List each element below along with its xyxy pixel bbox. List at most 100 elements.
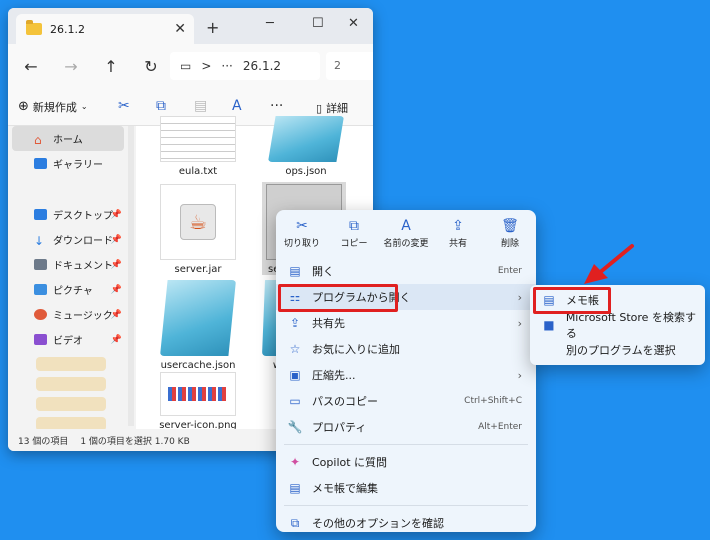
videos-icon bbox=[34, 334, 47, 345]
zip-icon: ▣ bbox=[289, 368, 301, 382]
cut-icon: ✂ bbox=[296, 218, 308, 234]
download-icon: ↓ bbox=[34, 234, 45, 248]
sidebar-item-label: ダウンロード bbox=[53, 236, 113, 247]
close-window-button[interactable]: ✕ bbox=[348, 16, 359, 31]
blurred-folder bbox=[36, 357, 106, 371]
file-item[interactable]: eula.txt bbox=[158, 116, 238, 177]
tab-title: 26.1.2 bbox=[50, 22, 85, 36]
file-item[interactable]: ops.json bbox=[266, 116, 346, 177]
pin-icon: 📌 bbox=[110, 309, 122, 320]
up-arrow-icon[interactable]: ↑ bbox=[96, 57, 126, 76]
copy-icon[interactable]: ⧉ bbox=[156, 98, 166, 114]
copilot-icon: ✦ bbox=[289, 455, 301, 469]
copy-button[interactable]: ⧉ コピー bbox=[328, 218, 380, 258]
cut-icon[interactable]: ✂ bbox=[118, 98, 130, 114]
menu-item-label: 圧縮先... bbox=[312, 369, 356, 382]
back-arrow-icon[interactable]: ← bbox=[16, 57, 46, 76]
menu-item-share-with[interactable]: ⇪ 共有先 › bbox=[276, 310, 536, 336]
refresh-icon[interactable]: ↻ bbox=[136, 57, 166, 76]
more-options-icon[interactable]: ··· bbox=[270, 98, 283, 114]
new-button[interactable]: ⊕ 新規作成 ⌄ bbox=[18, 99, 88, 115]
sidebar-item-music[interactable]: ミュージック 📌 bbox=[8, 302, 128, 327]
selection-info: 1 個の項目を選択 1.70 KB bbox=[80, 436, 190, 447]
submenu-item-store[interactable]: ■ Microsoft Store を検索する bbox=[530, 311, 705, 340]
plus-circle-icon: ⊕ bbox=[18, 99, 29, 114]
explorer-tab[interactable]: 26.1.2 ✕ bbox=[16, 14, 194, 44]
chevron-right-icon: > bbox=[201, 59, 212, 73]
music-icon bbox=[34, 309, 47, 320]
chevron-right-icon: › bbox=[517, 316, 522, 330]
sidebar-item-label: ビデオ bbox=[53, 336, 83, 347]
chevron-right-icon: › bbox=[517, 368, 522, 382]
sidebar-item-videos[interactable]: ビデオ 📌 bbox=[8, 327, 128, 352]
navigation-bar: ← → ↑ ↻ ▭ > ··· 26.1.2 2 bbox=[8, 44, 373, 88]
file-item[interactable]: usercache.json bbox=[158, 280, 238, 371]
quick-actions-bar: ✂ 切り取り ⧉ コピー A 名前の変更 ⇪ 共有 🗑 削除 bbox=[276, 210, 536, 258]
file-name: server.jar bbox=[174, 264, 222, 275]
more-locations-button[interactable]: ··· bbox=[221, 59, 232, 73]
new-tab-button[interactable]: + bbox=[206, 18, 219, 37]
details-label: 詳細 bbox=[326, 102, 349, 115]
search-input[interactable]: 2 bbox=[326, 52, 373, 80]
menu-item-more-options[interactable]: ⧉ その他のオプションを確認 bbox=[276, 510, 536, 536]
sidebar-item-label: ミュージック bbox=[53, 311, 113, 322]
chevron-down-icon: ⌄ bbox=[80, 102, 88, 111]
rename-button[interactable]: A 名前の変更 bbox=[380, 218, 432, 258]
blank-icon bbox=[542, 343, 556, 357]
cut-button[interactable]: ✂ 切り取り bbox=[276, 218, 328, 258]
sidebar-item-desktop[interactable]: デスクトップ 📌 bbox=[8, 202, 128, 227]
menu-item-label: Copilot に質問 bbox=[312, 456, 388, 469]
delete-icon: 🗑 bbox=[501, 218, 519, 234]
sidebar-item-pictures[interactable]: ピクチャ 📌 bbox=[8, 277, 128, 302]
menu-item-properties[interactable]: 🔧 プロパティ Alt+Enter bbox=[276, 414, 536, 440]
paste-icon[interactable]: ▤ bbox=[194, 98, 207, 114]
shortcut-label: Ctrl+Shift+C bbox=[464, 396, 522, 406]
image-thumbnail-graphic bbox=[168, 387, 228, 401]
details-pane-icon: ▯ bbox=[316, 101, 323, 115]
pin-icon: 📌 bbox=[110, 209, 122, 220]
pictures-icon bbox=[34, 284, 47, 295]
sidebar-item-label: ピクチャ bbox=[53, 286, 93, 297]
sidebar-item-home[interactable]: ⌂ ホーム bbox=[12, 126, 124, 151]
forward-arrow-icon[interactable]: → bbox=[56, 57, 86, 76]
notepad-file-thumbnail bbox=[268, 116, 344, 162]
pin-icon: 📌 bbox=[110, 284, 122, 295]
minimize-button[interactable]: ─ bbox=[266, 16, 274, 31]
copy-icon: ⧉ bbox=[349, 218, 359, 234]
file-item[interactable]: server-icon.png bbox=[158, 372, 238, 431]
sidebar-item-gallery[interactable]: ギャラリー bbox=[8, 151, 128, 176]
shortcut-label: Enter bbox=[497, 266, 522, 276]
title-bar: 26.1.2 ✕ + ─ ☐ ✕ bbox=[8, 8, 373, 44]
file-name: eula.txt bbox=[178, 166, 218, 177]
sidebar-item-documents[interactable]: ドキュメント 📌 bbox=[8, 252, 128, 277]
submenu-item-other-program[interactable]: 別のプログラムを選択 bbox=[530, 337, 705, 362]
share-button[interactable]: ⇪ 共有 bbox=[432, 218, 484, 258]
menu-item-compress[interactable]: ▣ 圧縮先... › bbox=[276, 362, 536, 388]
menu-item-label: プロパティ bbox=[312, 421, 367, 434]
maximize-button[interactable]: ☐ bbox=[312, 16, 324, 31]
rename-icon[interactable]: A bbox=[232, 98, 242, 114]
address-bar[interactable]: ▭ > ··· 26.1.2 bbox=[170, 52, 320, 80]
monitor-icon: ▭ bbox=[180, 59, 192, 73]
menu-item-favorite[interactable]: ☆ お気に入りに追加 bbox=[276, 336, 536, 362]
java-file-thumbnail: ☕ bbox=[160, 184, 236, 260]
cut-label: 切り取り bbox=[283, 239, 320, 249]
rename-icon: A bbox=[401, 218, 411, 234]
share-icon: ⇪ bbox=[452, 218, 464, 234]
menu-item-copilot[interactable]: ✦ Copilot に質問 bbox=[276, 449, 536, 475]
home-icon: ⌂ bbox=[34, 133, 42, 147]
text-file-thumbnail bbox=[160, 116, 236, 162]
menu-item-label: その他のオプションを確認 bbox=[312, 517, 444, 530]
sidebar-item-downloads[interactable]: ↓ ダウンロード 📌 bbox=[8, 227, 128, 252]
menu-item-label: 共有先 bbox=[312, 317, 345, 330]
file-item[interactable]: ☕ server.jar bbox=[158, 184, 238, 275]
menu-item-open[interactable]: ▤ 開く Enter bbox=[276, 258, 536, 284]
new-button-label: 新規作成 bbox=[32, 100, 77, 114]
delete-button[interactable]: 🗑 削除 bbox=[484, 218, 536, 258]
menu-item-copy-path[interactable]: ▭ パスのコピー Ctrl+Shift+C bbox=[276, 388, 536, 414]
sidebar-scrollbar[interactable] bbox=[128, 126, 134, 426]
details-button[interactable]: ▯ 詳細 bbox=[316, 100, 348, 116]
menu-item-label: パスのコピー bbox=[312, 395, 378, 408]
menu-item-edit-notepad[interactable]: ▤ メモ帳で編集 bbox=[276, 475, 536, 501]
tab-close-button[interactable]: ✕ bbox=[174, 21, 186, 37]
